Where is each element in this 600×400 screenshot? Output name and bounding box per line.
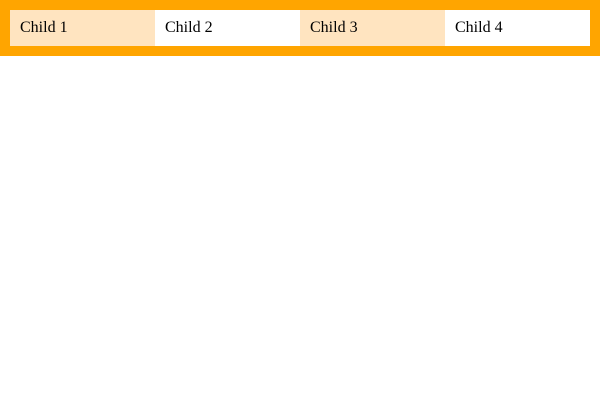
flex-container: Child 1 Child 2 Child 3 Child 4: [0, 0, 600, 56]
child-item-4: Child 4: [445, 10, 590, 46]
child-item-3: Child 3: [300, 10, 445, 46]
child-item-1: Child 1: [10, 10, 155, 46]
child-item-2: Child 2: [155, 10, 300, 46]
